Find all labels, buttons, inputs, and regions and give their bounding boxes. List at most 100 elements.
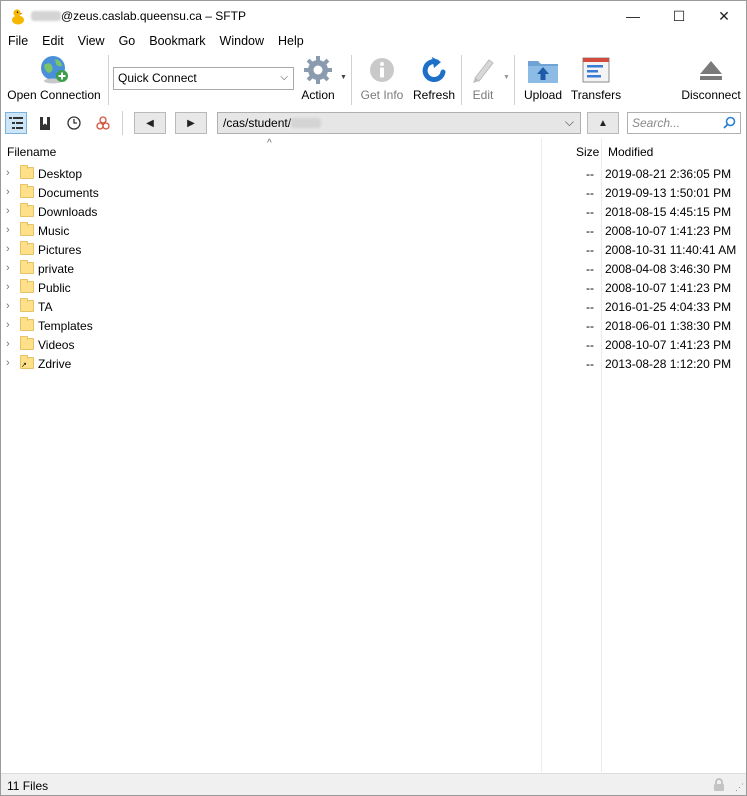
resize-grip-icon[interactable]: ⋰ [735,782,744,793]
file-modified: 2008-10-07 1:41:23 PM [605,338,732,352]
menu-edit[interactable]: Edit [35,32,71,52]
expand-chevron-icon[interactable]: › [6,186,10,198]
back-button[interactable]: ◀ [134,112,166,134]
refresh-icon [417,54,451,86]
globe-add-icon [37,54,71,86]
transfers-label: Transfers [570,88,622,102]
expand-chevron-icon[interactable]: › [6,300,10,312]
folder-icon [20,279,34,293]
file-size: -- [586,281,594,295]
expand-chevron-icon[interactable]: › [6,167,10,179]
folder-icon [20,222,34,236]
file-modified: 2008-04-08 3:46:30 PM [605,262,732,276]
tree-list-icon [9,117,23,129]
forward-button[interactable]: ▶ [175,112,207,134]
expand-chevron-icon[interactable]: › [6,205,10,217]
column-header-size[interactable]: Size [576,145,599,159]
clock-icon [67,116,81,130]
edit-dropdown-icon[interactable]: ▼ [503,74,510,81]
bookmarks-view-toggle[interactable] [34,112,56,134]
file-modified: 2008-10-31 11:40:41 AM [605,243,737,257]
open-connection-button[interactable]: Open Connection [6,54,102,106]
gear-icon [301,54,335,86]
menu-window[interactable]: Window [213,32,271,52]
menu-go[interactable]: Go [112,32,143,52]
table-row[interactable]: › Music -- 2008-10-07 1:41:23 PM [1,221,746,240]
table-row[interactable]: › Pictures -- 2008-10-31 11:40:41 AM [1,240,746,259]
file-size: -- [586,167,594,181]
file-size: -- [586,300,594,314]
expand-chevron-icon[interactable]: › [6,319,10,331]
table-row[interactable]: › Documents -- 2019-09-13 1:50:01 PM [1,183,746,202]
menu-help[interactable]: Help [271,32,311,52]
bonjour-view-toggle[interactable] [92,112,114,134]
file-name: Pictures [38,243,82,257]
expand-chevron-icon[interactable]: › [6,262,10,274]
menu-bookmark[interactable]: Bookmark [142,32,212,52]
upload-folder-icon [526,54,560,86]
symlink-folder-icon: ↗ [20,355,34,369]
path-text: /cas/student/ [223,116,292,130]
open-connection-label: Open Connection [7,88,101,102]
transfers-button[interactable]: Transfers [570,54,622,106]
menu-file[interactable]: File [1,32,35,52]
file-count-status: 11 Files [7,779,49,793]
eject-icon [694,54,728,86]
get-info-button[interactable]: Get Info [357,54,407,106]
file-name: Documents [38,186,99,200]
browser-view-toggle[interactable] [5,112,27,134]
table-row[interactable]: › Downloads -- 2018-08-15 4:45:15 PM [1,202,746,221]
lock-icon [714,778,724,791]
edit-button[interactable]: Edit [466,54,500,106]
toolbar-separator [108,55,109,105]
file-name: private [38,262,75,276]
redacted-path-segment [291,118,322,128]
table-row[interactable]: › Public -- 2008-10-07 1:41:23 PM [1,278,746,297]
table-row[interactable]: › Templates -- 2018-06-01 1:38:30 PM [1,316,746,335]
expand-chevron-icon[interactable]: › [6,281,10,293]
toolbar-separator [351,55,352,105]
close-button[interactable]: ✕ [701,1,747,31]
path-dropdown[interactable]: /cas/student/ ⌵ [217,112,581,134]
search-placeholder: Search... [632,116,681,130]
disconnect-button[interactable]: Disconnect [678,54,744,106]
table-row[interactable]: › private -- 2008-04-08 3:46:30 PM [1,259,746,278]
nav-separator [122,111,123,135]
toolbar: Open Connection Quick Connect ⌵ Action ▼… [1,52,746,108]
folder-icon [20,241,34,255]
quick-connect-dropdown[interactable]: Quick Connect ⌵ [113,67,294,90]
maximize-button[interactable]: ☐ [656,1,702,31]
expand-chevron-icon[interactable]: › [6,338,10,350]
history-view-toggle[interactable] [63,112,85,134]
action-dropdown-icon[interactable]: ▼ [340,74,347,81]
parent-directory-button[interactable]: ▲ [587,112,619,134]
upload-button[interactable]: Upload [520,54,566,106]
file-name: Music [38,224,70,238]
column-header-modified[interactable]: Modified [608,145,653,159]
file-modified: 2018-06-01 1:38:30 PM [605,319,732,333]
menu-bar: File Edit View Go Bookmark Window Help [1,32,311,52]
minimize-button[interactable]: — [610,1,656,31]
refresh-button[interactable]: Refresh [411,54,457,106]
file-browser-list[interactable]: ^ Filename Size Modified › Desktop -- 20… [1,138,746,772]
file-size: -- [586,262,594,276]
file-name: TA [38,300,53,314]
expand-chevron-icon[interactable]: › [6,357,10,369]
table-row[interactable]: › ↗ Zdrive -- 2013-08-28 1:12:20 PM [1,354,746,373]
file-modified: 2019-09-13 1:50:01 PM [605,186,732,200]
expand-chevron-icon[interactable]: › [6,224,10,236]
info-icon [365,54,399,86]
file-modified: 2013-08-28 1:12:20 PM [605,357,732,371]
cyberduck-duck-icon [12,9,24,25]
action-button[interactable]: Action [297,54,339,106]
file-size: -- [586,205,594,219]
search-input[interactable]: Search... [627,112,741,134]
table-row[interactable]: › Videos -- 2008-10-07 1:41:23 PM [1,335,746,354]
menu-view[interactable]: View [71,32,112,52]
expand-chevron-icon[interactable]: › [6,243,10,255]
bonjour-icon [96,116,110,130]
table-row[interactable]: › TA -- 2016-01-25 4:04:33 PM [1,297,746,316]
column-header-filename[interactable]: Filename [7,145,56,159]
table-row[interactable]: › Desktop -- 2019-08-21 2:36:05 PM [1,164,746,183]
file-name: Videos [38,338,75,352]
